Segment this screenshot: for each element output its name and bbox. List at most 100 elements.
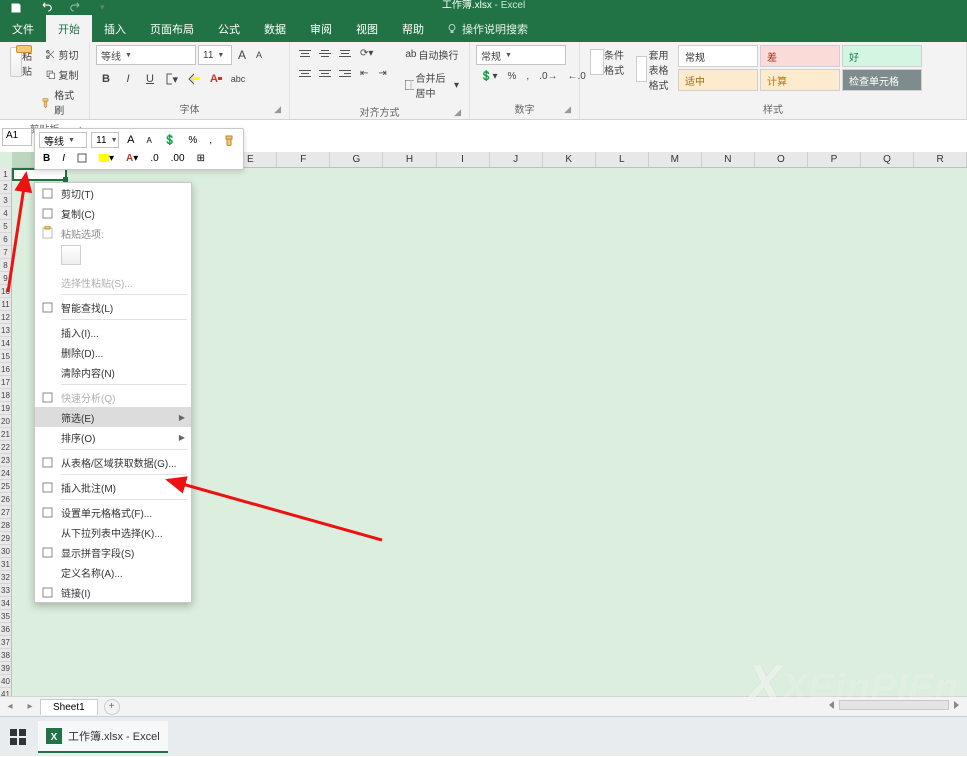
row-header[interactable]: 13 <box>0 324 11 337</box>
mini-comma[interactable]: , <box>205 133 216 148</box>
col-header-I[interactable]: I <box>437 152 490 167</box>
font-color-button[interactable]: A <box>206 69 226 89</box>
increase-indent-button[interactable]: ⇥ <box>374 66 390 81</box>
col-header-G[interactable]: G <box>330 152 383 167</box>
row-header[interactable]: 16 <box>0 363 11 376</box>
col-header-M[interactable]: M <box>649 152 702 167</box>
align-center-button[interactable] <box>316 65 334 81</box>
tab-插入[interactable]: 插入 <box>92 15 138 42</box>
row-header[interactable]: 32 <box>0 571 11 584</box>
bold-button[interactable]: B <box>96 69 116 89</box>
save-icon[interactable] <box>6 0 26 16</box>
tab-公式[interactable]: 公式 <box>206 15 252 42</box>
underline-button[interactable]: U <box>140 69 160 89</box>
number-format-combo[interactable]: 常规▼ <box>476 45 566 65</box>
style-cell-计算[interactable]: 计算 <box>760 69 840 91</box>
mini-format-painter[interactable] <box>220 133 239 148</box>
row-header[interactable]: 33 <box>0 584 11 597</box>
row-header[interactable]: 18 <box>0 389 11 402</box>
paste-button[interactable]: 粘贴 <box>6 45 36 81</box>
dialog-launcher-icon[interactable]: ◢ <box>454 107 461 118</box>
menu-item-filter[interactable]: 筛选(E)▶ <box>35 407 191 427</box>
row-header[interactable]: 40 <box>0 675 11 688</box>
row-header[interactable]: 14 <box>0 337 11 350</box>
row-header[interactable]: 19 <box>0 402 11 415</box>
row-header[interactable]: 37 <box>0 636 11 649</box>
customize-qat-icon[interactable]: ▾ <box>96 0 109 15</box>
menu-item-copy[interactable]: 复制(C) <box>35 203 191 223</box>
row-header[interactable]: 21 <box>0 428 11 441</box>
undo-icon[interactable] <box>36 0 56 16</box>
mini-accounting[interactable]: 💲 <box>160 133 180 148</box>
italic-button[interactable]: I <box>118 69 138 89</box>
align-bottom-button[interactable] <box>336 45 354 61</box>
start-button[interactable] <box>0 717 36 757</box>
menu-item-insert[interactable]: 插入(I)... <box>35 322 191 342</box>
cell-styles-gallery[interactable]: 常规差好适中计算检查单元格 <box>678 45 922 91</box>
horizontal-scrollbar[interactable] <box>827 700 961 710</box>
row-header[interactable]: 28 <box>0 519 11 532</box>
orientation-button[interactable]: ⟳▾ <box>356 46 377 61</box>
merge-center-button[interactable]: 合并后居中 ▾ <box>401 68 463 102</box>
style-cell-常规[interactable]: 常规 <box>678 45 758 67</box>
row-header[interactable]: 20 <box>0 415 11 428</box>
col-header-Q[interactable]: Q <box>861 152 914 167</box>
mini-italic[interactable]: I <box>58 151 69 166</box>
col-header-F[interactable]: F <box>277 152 330 167</box>
mini-grow-font[interactable]: A <box>123 132 138 148</box>
mini-size-combo[interactable]: 11▼ <box>91 132 119 148</box>
mini-dec-dec[interactable]: .00 <box>167 151 189 166</box>
mini-inc-dec[interactable]: .0 <box>146 151 162 166</box>
tab-审阅[interactable]: 审阅 <box>298 15 344 42</box>
menu-item-clear[interactable]: 清除内容(N) <box>35 362 191 382</box>
row-header[interactable]: 11 <box>0 298 11 311</box>
col-header-L[interactable]: L <box>596 152 649 167</box>
menu-item-delete[interactable]: 删除(D)... <box>35 342 191 362</box>
style-cell-检查单元格[interactable]: 检查单元格 <box>842 69 922 91</box>
mini-fill-color[interactable]: ▾ <box>95 151 118 166</box>
mini-border[interactable] <box>73 151 91 165</box>
tab-数据[interactable]: 数据 <box>252 15 298 42</box>
percent-button[interactable]: % <box>503 69 520 84</box>
name-box[interactable]: A1 <box>2 128 32 146</box>
menu-item-define_name[interactable]: 定义名称(A)... <box>35 562 191 582</box>
dialog-launcher-icon[interactable]: ◢ <box>564 104 571 115</box>
row-header[interactable]: 23 <box>0 454 11 467</box>
cut-button[interactable]: 剪切 <box>40 45 83 64</box>
tab-页面布局[interactable]: 页面布局 <box>138 15 206 42</box>
tab-文件[interactable]: 文件 <box>0 15 46 42</box>
row-header[interactable]: 24 <box>0 467 11 480</box>
col-header-O[interactable]: O <box>755 152 808 167</box>
row-header[interactable]: 22 <box>0 441 11 454</box>
row-header[interactable]: 38 <box>0 649 11 662</box>
copy-button[interactable]: 复制 <box>40 65 83 84</box>
style-cell-适中[interactable]: 适中 <box>678 69 758 91</box>
col-header-R[interactable]: R <box>914 152 967 167</box>
row-header[interactable]: 12 <box>0 311 11 324</box>
align-left-button[interactable] <box>296 65 314 81</box>
border-button[interactable]: ▾ <box>162 69 182 89</box>
format-painter-button[interactable]: 格式刷 <box>40 85 83 119</box>
row-header[interactable]: 25 <box>0 480 11 493</box>
mini-bold[interactable]: B <box>39 151 54 166</box>
row-header[interactable]: 15 <box>0 350 11 363</box>
font-name-combo[interactable]: 等线▼ <box>96 45 196 65</box>
menu-item-smart_lookup[interactable]: 智能查找(L) <box>35 297 191 317</box>
accounting-button[interactable]: 💲▾ <box>476 69 501 84</box>
grow-font-button[interactable]: A <box>234 46 250 64</box>
taskbar-item-excel[interactable]: X 工作簿.xlsx - Excel <box>38 721 168 753</box>
col-header-K[interactable]: K <box>543 152 596 167</box>
row-header[interactable]: 36 <box>0 623 11 636</box>
row-header[interactable]: 29 <box>0 532 11 545</box>
row-header[interactable]: 34 <box>0 597 11 610</box>
align-middle-button[interactable] <box>316 45 334 61</box>
row-header[interactable]: 27 <box>0 506 11 519</box>
phonetic-button[interactable]: abc <box>228 69 248 89</box>
fill-color-button[interactable] <box>184 69 204 89</box>
style-cell-差[interactable]: 差 <box>760 45 840 67</box>
mini-percent[interactable]: % <box>184 133 201 148</box>
conditional-format-button[interactable]: 条件格式 <box>586 45 628 79</box>
col-header-P[interactable]: P <box>808 152 861 167</box>
comma-button[interactable]: , <box>522 69 533 84</box>
paste-option-keep[interactable] <box>61 245 81 265</box>
